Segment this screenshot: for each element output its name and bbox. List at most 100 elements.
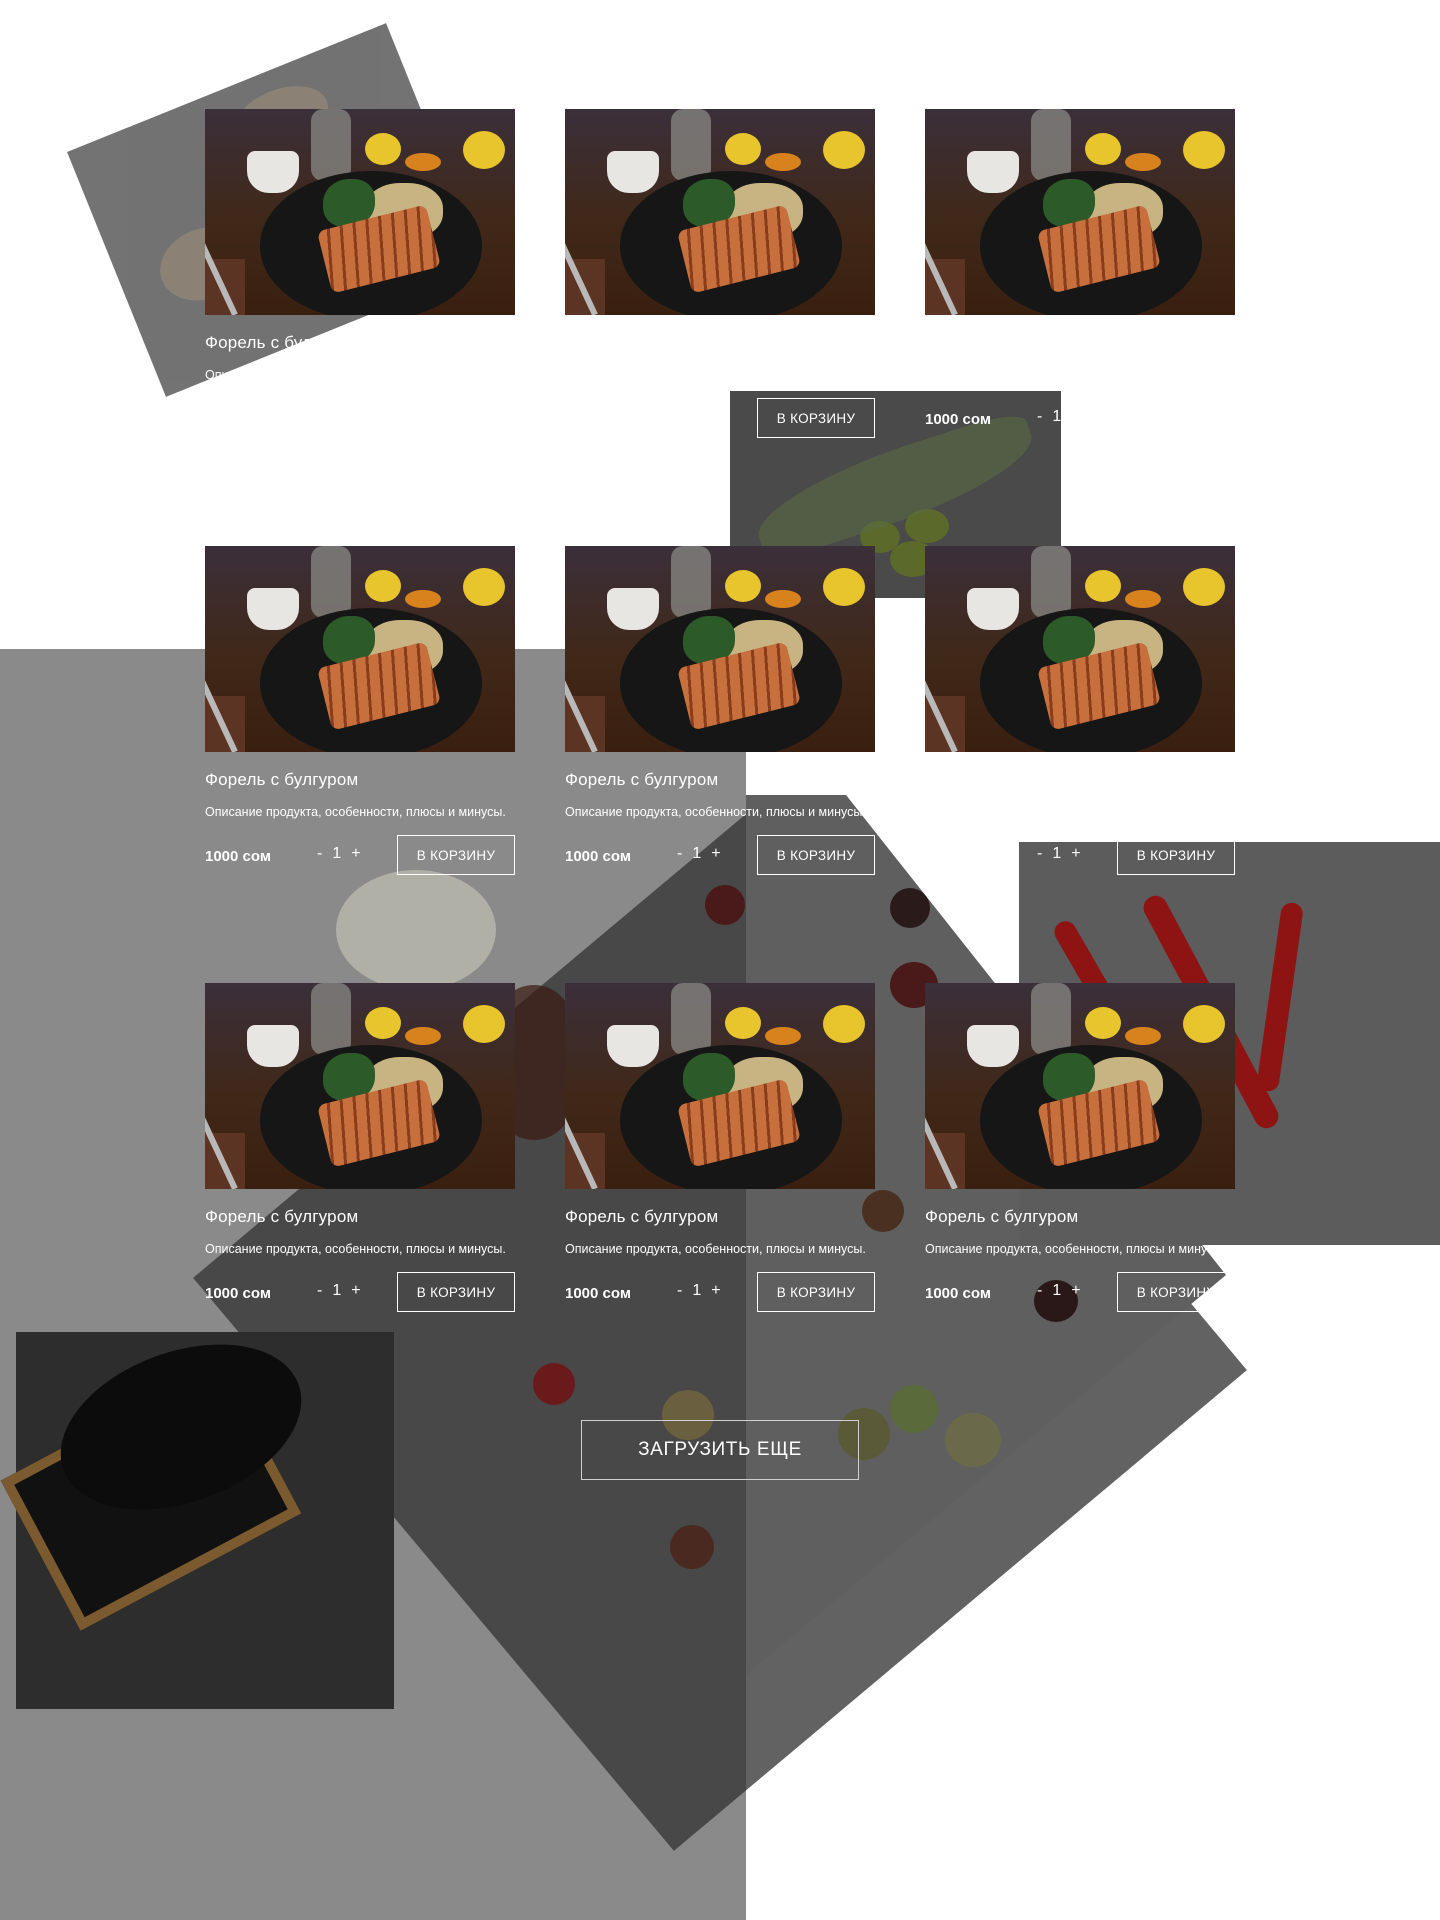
product-title: Форель с булгуром — [205, 1207, 359, 1226]
add-to-cart-button[interactable]: В КОРЗИНУ — [1117, 1272, 1235, 1312]
product-card: Форель с булгуром Описание продукта, осо… — [565, 109, 875, 440]
product-title: Форель с булгуром — [565, 1207, 719, 1226]
decrease-button[interactable]: - — [677, 408, 682, 426]
increase-button[interactable]: + — [711, 408, 720, 426]
product-actions: 1000 сом -1 + В КОРЗИНУ — [565, 398, 875, 440]
quantity-value: 1 — [1052, 845, 1062, 862]
product-price: 1000 сом — [205, 848, 271, 865]
product-card: Форель с булгуром Описание продукта, осо… — [565, 546, 875, 877]
quantity-value: 1 — [332, 408, 342, 425]
product-image[interactable] — [205, 546, 515, 752]
decrease-button[interactable]: - — [317, 408, 322, 426]
quantity-stepper: -1 + — [1037, 845, 1091, 863]
product-image[interactable] — [925, 109, 1235, 315]
product-title: Форель с булгуром — [205, 770, 359, 789]
black-sesame-image — [0, 1313, 394, 1709]
product-actions: 1000 сом -1 + В КОРЗИНУ — [925, 398, 1235, 440]
decrease-button[interactable]: - — [1037, 408, 1042, 426]
decrease-button[interactable]: - — [677, 845, 682, 863]
increase-button[interactable]: + — [1071, 845, 1080, 863]
product-card: Форель с булгуром Описание продукта, осо… — [205, 546, 515, 877]
berry-icon — [705, 885, 745, 925]
increase-button[interactable]: + — [351, 1282, 360, 1300]
quantity-stepper: -1 + — [1037, 1282, 1091, 1300]
quantity-stepper: -1 + — [677, 1282, 731, 1300]
add-to-cart-button[interactable]: В КОРЗИНУ — [397, 1272, 515, 1312]
product-title: Форель с булгуром — [925, 1207, 1079, 1226]
product-title: Форель с булгуром — [925, 770, 1079, 789]
quantity-value: 1 — [332, 845, 342, 862]
product-description: Описание продукта, особенности, плюсы и … — [565, 368, 866, 382]
product-price: 1000 сом — [925, 1285, 991, 1302]
add-to-cart-button[interactable]: В КОРЗИНУ — [757, 398, 875, 438]
product-card: Форель с булгуром Описание продукта, осо… — [925, 109, 1235, 440]
product-price: 1000 сом — [565, 411, 631, 428]
decrease-button[interactable]: - — [1037, 1282, 1042, 1300]
load-more-button[interactable]: ЗАГРУЗИТЬ ЕЩЕ — [581, 1420, 859, 1480]
product-image[interactable] — [565, 983, 875, 1189]
decrease-button[interactable]: - — [677, 1282, 682, 1300]
quantity-stepper: -1 + — [317, 845, 371, 863]
product-card: Форель с булгуром Описание продукта, осо… — [925, 546, 1235, 877]
product-image[interactable] — [205, 983, 515, 1189]
berry-icon — [670, 1525, 714, 1569]
berry-icon — [890, 1385, 938, 1433]
berry-icon — [890, 888, 930, 928]
add-to-cart-button[interactable]: В КОРЗИНУ — [397, 398, 515, 438]
product-description: Описание продукта, особенности, плюсы и … — [925, 805, 1226, 819]
add-to-cart-button[interactable]: В КОРЗИНУ — [1117, 398, 1235, 438]
decrease-button[interactable]: - — [317, 845, 322, 863]
quantity-value: 1 — [1052, 1282, 1062, 1299]
product-card: Форель с булгуром Описание продукта, осо… — [925, 983, 1235, 1314]
product-actions: 1000 сом -1 + В КОРЗИНУ — [565, 1272, 875, 1314]
product-actions: 1000 сом -1 + В КОРЗИНУ — [205, 1272, 515, 1314]
product-card: Форель с булгуром Описание продукта, осо… — [205, 109, 515, 440]
product-price: 1000 сом — [205, 1285, 271, 1302]
product-price: 1000 сом — [565, 848, 631, 865]
product-description: Описание продукта, особенности, плюсы и … — [925, 1242, 1226, 1256]
add-to-cart-button[interactable]: В КОРЗИНУ — [757, 835, 875, 875]
product-price: 1000 сом — [925, 411, 991, 428]
quantity-value: 1 — [692, 1282, 702, 1299]
increase-button[interactable]: + — [711, 1282, 720, 1300]
product-card: Форель с булгуром Описание продукта, осо… — [565, 983, 875, 1314]
product-actions: 1000 сом -1 + В КОРЗИНУ — [565, 835, 875, 877]
quantity-value: 1 — [332, 1282, 342, 1299]
sauce-bowl-image — [336, 870, 496, 990]
product-image[interactable] — [565, 546, 875, 752]
berry-icon — [945, 1413, 1001, 1467]
add-to-cart-button[interactable]: В КОРЗИНУ — [1117, 835, 1235, 875]
product-description: Описание продукта, особенности, плюсы и … — [205, 805, 506, 819]
increase-button[interactable]: + — [351, 845, 360, 863]
quantity-stepper: -1 + — [677, 845, 731, 863]
decrease-button[interactable]: - — [1037, 845, 1042, 863]
increase-button[interactable]: + — [1071, 408, 1080, 426]
quantity-value: 1 — [1052, 408, 1062, 425]
product-title: Форель с булгуром — [565, 333, 719, 352]
chili-pepper-icon — [1255, 901, 1305, 1093]
product-image[interactable] — [925, 983, 1235, 1189]
add-to-cart-button[interactable]: В КОРЗИНУ — [397, 835, 515, 875]
product-description: Описание продукта, особенности, плюсы и … — [925, 368, 1226, 382]
increase-button[interactable]: + — [711, 845, 720, 863]
product-title: Форель с булгуром — [925, 333, 1079, 352]
product-image[interactable] — [205, 109, 515, 315]
product-image[interactable] — [925, 546, 1235, 752]
increase-button[interactable]: + — [351, 408, 360, 426]
quantity-stepper: -1 + — [317, 408, 371, 426]
decrease-button[interactable]: - — [317, 1282, 322, 1300]
product-actions: 1000 сом -1 + В КОРЗИНУ — [925, 1272, 1235, 1314]
increase-button[interactable]: + — [1071, 1282, 1080, 1300]
product-image[interactable] — [565, 109, 875, 315]
quantity-stepper: -1 + — [317, 1282, 371, 1300]
quantity-value: 1 — [692, 845, 702, 862]
product-actions: 1000 сом -1 + В КОРЗИНУ — [205, 835, 515, 877]
quantity-stepper: -1 + — [1037, 408, 1091, 426]
product-price: 1000 сом — [925, 848, 991, 865]
add-to-cart-button[interactable]: В КОРЗИНУ — [757, 1272, 875, 1312]
product-price: 1000 сом — [565, 1285, 631, 1302]
product-description: Описание продукта, особенности, плюсы и … — [565, 1242, 866, 1256]
quantity-stepper: -1 + — [677, 408, 731, 426]
product-title: Форель с булгуром — [205, 333, 359, 352]
product-actions: 1000 сом -1 + В КОРЗИНУ — [205, 398, 515, 440]
